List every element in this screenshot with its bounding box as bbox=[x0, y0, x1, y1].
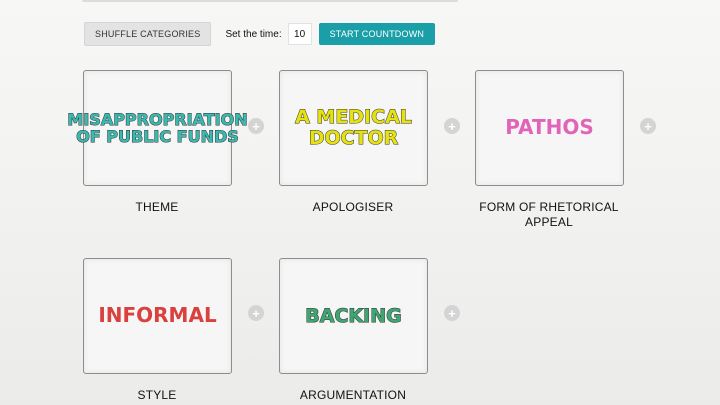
card-word: PATHOS bbox=[505, 115, 594, 140]
shuffle-categories-button[interactable]: SHUFFLE CATEGORIES bbox=[84, 22, 212, 46]
card-caption: THEME bbox=[135, 200, 179, 214]
card-word: BACKING bbox=[305, 304, 402, 327]
plus-circle-icon[interactable]: + bbox=[248, 118, 264, 134]
card-caption: APOLOGISER bbox=[312, 200, 394, 214]
card-word: INFORMAL bbox=[98, 303, 217, 328]
card-caption: FORM OF RHETORICAL APPEAL bbox=[479, 200, 619, 229]
card-argumentation[interactable]: BACKING bbox=[279, 258, 428, 374]
top-divider bbox=[82, 0, 458, 2]
card-rhetorical-appeal[interactable]: PATHOS bbox=[475, 70, 624, 186]
time-label: Set the time: bbox=[225, 28, 282, 40]
card-word: MISAPPROPRIATION OF PUBLIC FUNDS bbox=[67, 109, 248, 146]
card-theme[interactable]: MISAPPROPRIATION OF PUBLIC FUNDS bbox=[67, 70, 248, 186]
card-caption: ARGUMENTATION bbox=[299, 388, 407, 402]
card-style[interactable]: INFORMAL bbox=[83, 258, 232, 374]
card-apologiser[interactable]: A MEDICAL DOCTOR bbox=[279, 70, 428, 186]
card-word: A MEDICAL DOCTOR bbox=[295, 106, 413, 149]
start-countdown-button[interactable]: START COUNTDOWN bbox=[318, 23, 436, 45]
time-input[interactable] bbox=[287, 23, 312, 45]
plus-circle-icon[interactable]: + bbox=[248, 305, 264, 321]
controls-bar: SHUFFLE CATEGORIES Set the time: START C… bbox=[84, 22, 436, 46]
plus-circle-icon[interactable]: + bbox=[444, 118, 460, 134]
plus-circle-icon[interactable]: + bbox=[444, 305, 460, 321]
card-caption: STYLE bbox=[137, 388, 177, 402]
plus-circle-icon[interactable]: + bbox=[640, 118, 656, 134]
